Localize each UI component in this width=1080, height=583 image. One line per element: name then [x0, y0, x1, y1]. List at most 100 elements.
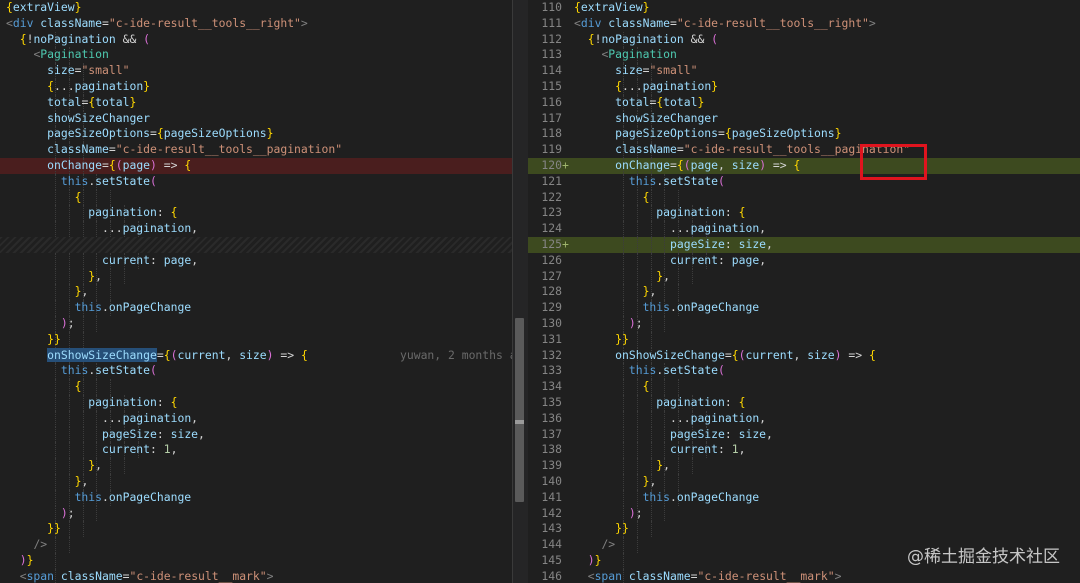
line-number[interactable]: 145 — [528, 553, 562, 569]
line-number[interactable]: 118 — [528, 126, 562, 142]
code-line[interactable]: 126 current: page, — [528, 252, 1080, 269]
line-number[interactable]: 138 — [528, 442, 562, 458]
code-line[interactable]: 113 <Pagination — [528, 47, 1080, 64]
code-line[interactable]: className="c-ide-result__tools__paginati… — [0, 142, 512, 158]
code-line[interactable]: 121 this.setState( — [528, 173, 1080, 190]
diff-line-added[interactable]: 125 + pageSize: size, — [528, 237, 1080, 253]
line-number[interactable]: 142 — [528, 506, 562, 522]
code-line[interactable]: 146 <span className="c-ide-result__mark"… — [528, 568, 1080, 583]
code-line[interactable]: 111 <div className="c-ide-result__tools__… — [528, 16, 1080, 32]
code-text[interactable]: this.onPageChange — [6, 490, 192, 506]
code-line[interactable]: 138 current: 1, — [528, 442, 1080, 459]
code-text[interactable]: <Pagination — [6, 47, 108, 63]
line-number[interactable]: 114 — [528, 63, 562, 79]
code-text[interactable]: }, — [6, 458, 102, 474]
code-line[interactable]: 127 }, — [528, 268, 1080, 285]
code-line[interactable]: ...pagination, — [0, 410, 512, 427]
line-number[interactable]: 117 — [528, 111, 562, 127]
code-text[interactable]: pagination: { — [6, 395, 177, 411]
code-text[interactable]: {!noPagination && ( — [574, 32, 718, 48]
code-text[interactable]: onChange={(page) => { — [6, 158, 191, 174]
code-text[interactable]: pageSizeOptions={pageSizeOptions} — [574, 126, 841, 142]
code-text[interactable]: }, — [6, 269, 102, 285]
code-text[interactable]: current: 1, — [574, 442, 745, 458]
code-text[interactable]: }, — [574, 269, 670, 285]
code-text[interactable]: <span className="c-ide-result__mark"> — [574, 569, 842, 583]
code-line[interactable]: 114 size="small" — [528, 63, 1080, 79]
line-number[interactable]: 126 — [528, 253, 562, 269]
code-text[interactable]: /> — [6, 537, 47, 553]
code-text[interactable]: this.onPageChange — [574, 300, 760, 316]
code-line[interactable]: 117 showSizeChanger — [528, 110, 1080, 127]
code-text[interactable]: }, — [574, 458, 670, 474]
code-text[interactable]: size="small" — [6, 63, 129, 79]
code-line[interactable]: 131 }} — [528, 331, 1080, 348]
code-text[interactable]: <div className="c-ide-result__tools__rig… — [574, 16, 876, 32]
code-text[interactable]: /> — [574, 537, 615, 553]
code-text[interactable]: }} — [6, 332, 61, 348]
code-text[interactable]: pagination: { — [574, 205, 745, 221]
code-text[interactable]: current: 1, — [6, 442, 177, 458]
original-pane[interactable]: {extraView} <div className="c-ide-result_… — [0, 0, 512, 583]
code-text[interactable]: }} — [574, 332, 629, 348]
code-line[interactable]: }} — [0, 521, 512, 538]
scrollbar-thumb[interactable] — [515, 318, 524, 502]
code-text[interactable]: ...pagination, — [574, 411, 766, 427]
code-text[interactable]: className="c-ide-result__tools__paginati… — [6, 142, 342, 158]
code-line[interactable]: this.onPageChange — [0, 489, 512, 506]
code-text[interactable]: }} — [6, 521, 61, 537]
code-line[interactable]: size="small" — [0, 63, 512, 79]
code-line[interactable]: 112 {!noPagination && ( — [528, 31, 1080, 48]
code-line[interactable]: 124 ...pagination, — [528, 221, 1080, 237]
code-text[interactable]: }, — [574, 474, 657, 490]
line-number[interactable]: 128 — [528, 284, 562, 300]
code-text[interactable]: onChange={(page, size) => { — [574, 158, 800, 174]
code-line[interactable]: current: 1, — [0, 442, 512, 459]
code-line[interactable]: 137 pageSize: size, — [528, 426, 1080, 443]
code-line[interactable]: 115 {...pagination} — [528, 79, 1080, 95]
line-number[interactable]: 113 — [528, 47, 562, 63]
line-number[interactable]: 116 — [528, 95, 562, 111]
line-number[interactable]: 121 — [528, 174, 562, 190]
code-text[interactable]: { — [574, 190, 650, 206]
code-text[interactable]: }, — [574, 284, 657, 300]
line-number[interactable]: 137 — [528, 427, 562, 443]
code-line[interactable]: 119 className="c-ide-result__tools__pagi… — [528, 142, 1080, 158]
line-number[interactable]: 140 — [528, 474, 562, 490]
code-text[interactable]: <div className="c-ide-result__tools__rig… — [6, 16, 308, 32]
diff-line-removed[interactable]: onChange={(page) => { — [0, 158, 512, 174]
code-text[interactable]: ); — [6, 316, 75, 332]
line-number[interactable]: 133 — [528, 363, 562, 379]
code-line[interactable]: 143 }} — [528, 521, 1080, 538]
code-line[interactable]: 142 ); — [528, 505, 1080, 522]
code-text[interactable]: ); — [574, 506, 643, 522]
code-text[interactable]: ); — [574, 316, 643, 332]
code-line[interactable]: this.onPageChange — [0, 300, 512, 316]
code-line[interactable]: ); — [0, 505, 512, 522]
line-number[interactable]: 119 — [528, 142, 562, 158]
line-number[interactable]: 139 — [528, 458, 562, 474]
code-line[interactable]: pageSize: size, — [0, 426, 512, 443]
code-line[interactable]: }, — [0, 474, 512, 490]
code-text[interactable]: this.onPageChange — [6, 300, 192, 316]
line-number[interactable]: 134 — [528, 379, 562, 395]
code-line[interactable]: pageSizeOptions={pageSizeOptions} — [0, 126, 512, 143]
code-line[interactable]: }, — [0, 268, 512, 285]
code-text[interactable]: this.onPageChange — [574, 490, 760, 506]
line-number[interactable]: 144 — [528, 537, 562, 553]
line-number[interactable]: 129 — [528, 300, 562, 316]
line-number[interactable]: 146 — [528, 569, 562, 583]
code-line[interactable]: this.setState( — [0, 363, 512, 380]
code-line[interactable]: 135 pagination: { — [528, 395, 1080, 411]
line-number[interactable]: 122 — [528, 190, 562, 206]
code-text[interactable]: this.setState( — [6, 174, 157, 190]
code-line[interactable]: {extraView} — [0, 0, 512, 16]
code-text[interactable]: { — [6, 379, 82, 395]
code-line[interactable]: 123 pagination: { — [528, 205, 1080, 222]
code-line[interactable]: ...pagination, — [0, 221, 512, 237]
code-line[interactable]: {!noPagination && ( — [0, 31, 512, 48]
code-text[interactable]: }, — [6, 284, 89, 300]
line-number[interactable]: 135 — [528, 395, 562, 411]
line-number[interactable]: 112 — [528, 32, 562, 48]
code-text[interactable]: onShowSizeChange={(current, size) => { — [6, 347, 308, 364]
